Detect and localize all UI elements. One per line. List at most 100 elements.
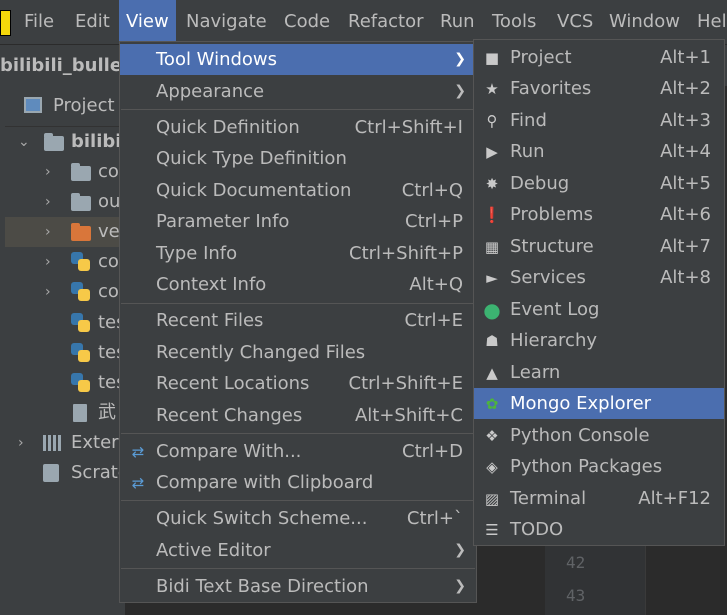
menu-item-active-editor[interactable]: Active Editor ❯ bbox=[120, 535, 476, 566]
menu-item-bidi-text-base-direction[interactable]: Bidi Text Base Direction ❯ bbox=[120, 571, 476, 602]
chevron-right-icon[interactable]: › bbox=[18, 436, 28, 450]
menu-item-compare-with[interactable]: ⇄ Compare With... Ctrl+D bbox=[120, 436, 476, 467]
submenu-item-project[interactable]: ■ Project Alt+1 bbox=[474, 42, 724, 73]
submenu-item-services[interactable]: ► Services Alt+8 bbox=[474, 262, 724, 293]
menu-separator bbox=[121, 109, 475, 110]
event-log-icon: ● bbox=[483, 298, 501, 322]
submenu-item-learn[interactable]: ▲ Learn bbox=[474, 357, 724, 388]
menu-item-quick-documentation[interactable]: Quick Documentation Ctrl+Q bbox=[120, 175, 476, 206]
python-file-icon bbox=[71, 373, 91, 393]
editor-content[interactable] bbox=[645, 545, 727, 615]
tree-item-label: co bbox=[98, 161, 119, 182]
submenu-item-python-packages[interactable]: ◈ Python Packages bbox=[474, 451, 724, 482]
menu-refactor[interactable]: Refactor bbox=[341, 0, 431, 44]
menu-item-recent-files[interactable]: Recent Files Ctrl+E bbox=[120, 305, 476, 336]
menu-item-recently-changed-files[interactable]: Recently Changed Files bbox=[120, 337, 476, 368]
tree-item[interactable]: tes bbox=[5, 368, 126, 398]
project-panel-header[interactable]: Project bbox=[5, 86, 125, 127]
tree-item-label: co bbox=[98, 281, 119, 302]
menu-window[interactable]: Window bbox=[602, 0, 687, 44]
menu-item-quick-definition[interactable]: Quick Definition Ctrl+Shift+I bbox=[120, 112, 476, 143]
folder-icon bbox=[71, 193, 91, 211]
submenu-item-debug[interactable]: ✸ Debug Alt+5 bbox=[474, 168, 724, 199]
play-icon: ▶ bbox=[486, 143, 498, 161]
scratches-icon bbox=[43, 464, 59, 482]
menu-item-recent-locations[interactable]: Recent Locations Ctrl+Shift+E bbox=[120, 368, 476, 399]
tree-item[interactable]: › ou bbox=[5, 187, 125, 217]
structure-icon: ▦ bbox=[484, 238, 500, 256]
chevron-right-icon: ❯ bbox=[454, 542, 466, 558]
view-menu: Tool Windows ❯ Appearance ❯ Quick Definiti… bbox=[119, 41, 477, 603]
tree-item-selected[interactable]: › ve bbox=[5, 217, 125, 247]
chevron-right-icon: ❯ bbox=[454, 578, 466, 594]
python-file-icon bbox=[71, 252, 91, 272]
submenu-item-hierarchy[interactable]: ☗ Hierarchy bbox=[474, 325, 724, 356]
folder-icon bbox=[44, 133, 64, 151]
menu-edit[interactable]: Edit bbox=[68, 0, 117, 44]
menu-item-context-info[interactable]: Context Info Alt+Q bbox=[120, 269, 476, 300]
menu-view[interactable]: View bbox=[119, 0, 176, 44]
project-panel: Project ⌄ bilibili › co › ou › ve › co ›… bbox=[5, 86, 134, 615]
compare-icon: ⇄ bbox=[131, 443, 145, 461]
menu-tools[interactable]: Tools bbox=[485, 0, 543, 44]
submenu-item-find[interactable]: ⚲ Find Alt+3 bbox=[474, 105, 724, 136]
tree-item[interactable]: 武 bbox=[5, 398, 125, 428]
bug-icon: ✸ bbox=[485, 175, 499, 193]
menu-navigate[interactable]: Navigate bbox=[179, 0, 274, 44]
menu-bar: File Edit View Navigate Code Refactor Ru… bbox=[0, 0, 727, 44]
menu-vcs[interactable]: VCS bbox=[550, 0, 600, 44]
chevron-right-icon[interactable]: › bbox=[45, 165, 55, 179]
libraries-icon bbox=[43, 435, 63, 451]
chevron-right-icon: ❯ bbox=[454, 83, 466, 99]
chevron-down-icon[interactable]: ⌄ bbox=[18, 135, 30, 149]
menu-run[interactable]: Run bbox=[433, 0, 482, 44]
chevron-right-icon[interactable]: › bbox=[45, 255, 55, 269]
app-logo-icon bbox=[0, 10, 11, 36]
editor-gutter bbox=[545, 545, 645, 615]
menu-item-compare-with-clipboard[interactable]: ⇄ Compare with Clipboard bbox=[120, 467, 476, 498]
submenu-item-problems[interactable]: ❗ Problems Alt+6 bbox=[474, 199, 724, 230]
mongo-leaf-icon: ✿ bbox=[485, 395, 499, 413]
tree-item-scratches[interactable]: Scrato bbox=[5, 458, 129, 488]
submenu-item-event-log[interactable]: ● Event Log bbox=[474, 294, 724, 325]
submenu-item-todo[interactable]: ☰ TODO bbox=[474, 514, 724, 545]
menu-item-type-info[interactable]: Type Info Ctrl+Shift+P bbox=[120, 238, 476, 269]
tree-item[interactable]: › co bbox=[5, 247, 125, 277]
submenu-item-structure[interactable]: ▦ Structure Alt+7 bbox=[474, 231, 724, 262]
menu-item-quick-switch-scheme[interactable]: Quick Switch Scheme... Ctrl+` bbox=[120, 503, 476, 534]
project-window-icon bbox=[24, 97, 42, 113]
python-file-icon bbox=[71, 282, 91, 302]
submenu-item-terminal[interactable]: ▨ Terminal Alt+F12 bbox=[474, 483, 724, 514]
submenu-item-python-console[interactable]: ❖ Python Console bbox=[474, 420, 724, 451]
problem-icon: ❗ bbox=[482, 206, 502, 224]
tree-item-external-libraries[interactable]: › Extern bbox=[5, 428, 130, 458]
line-number: 43 bbox=[566, 586, 586, 605]
menu-item-parameter-info[interactable]: Parameter Info Ctrl+P bbox=[120, 206, 476, 237]
python-icon: ❖ bbox=[485, 427, 499, 445]
menu-help[interactable]: Help bbox=[690, 0, 727, 44]
tree-item-label: ou bbox=[98, 191, 121, 212]
excluded-folder-icon bbox=[71, 223, 91, 241]
menu-code[interactable]: Code bbox=[277, 0, 337, 44]
tree-item[interactable]: › co bbox=[5, 157, 125, 187]
submenu-item-favorites[interactable]: ★ Favorites Alt+2 bbox=[474, 73, 724, 104]
submenu-item-run[interactable]: ▶ Run Alt+4 bbox=[474, 136, 724, 167]
tree-item[interactable]: tes bbox=[5, 308, 126, 338]
python-file-icon bbox=[71, 313, 91, 333]
tree-item-root[interactable]: ⌄ bilibili bbox=[5, 127, 134, 157]
chevron-right-icon[interactable]: › bbox=[45, 285, 55, 299]
tree-item[interactable]: tes bbox=[5, 338, 126, 368]
menu-item-recent-changes[interactable]: Recent Changes Alt+Shift+C bbox=[120, 400, 476, 431]
submenu-item-mongo-explorer[interactable]: ✿ Mongo Explorer bbox=[474, 388, 724, 419]
tree-item[interactable]: › co bbox=[5, 277, 125, 307]
chevron-right-icon[interactable]: › bbox=[45, 225, 55, 239]
menu-file[interactable]: File bbox=[17, 0, 61, 44]
menu-item-quick-type-definition[interactable]: Quick Type Definition bbox=[120, 143, 476, 174]
text-file-icon bbox=[73, 404, 87, 422]
project-panel-title: Project bbox=[53, 95, 115, 116]
menu-item-tool-windows[interactable]: Tool Windows ❯ bbox=[120, 44, 476, 75]
menu-separator bbox=[121, 433, 475, 434]
chevron-right-icon[interactable]: › bbox=[45, 195, 55, 209]
menu-item-appearance[interactable]: Appearance ❯ bbox=[120, 76, 476, 107]
compare-clipboard-icon: ⇄ bbox=[131, 474, 145, 492]
